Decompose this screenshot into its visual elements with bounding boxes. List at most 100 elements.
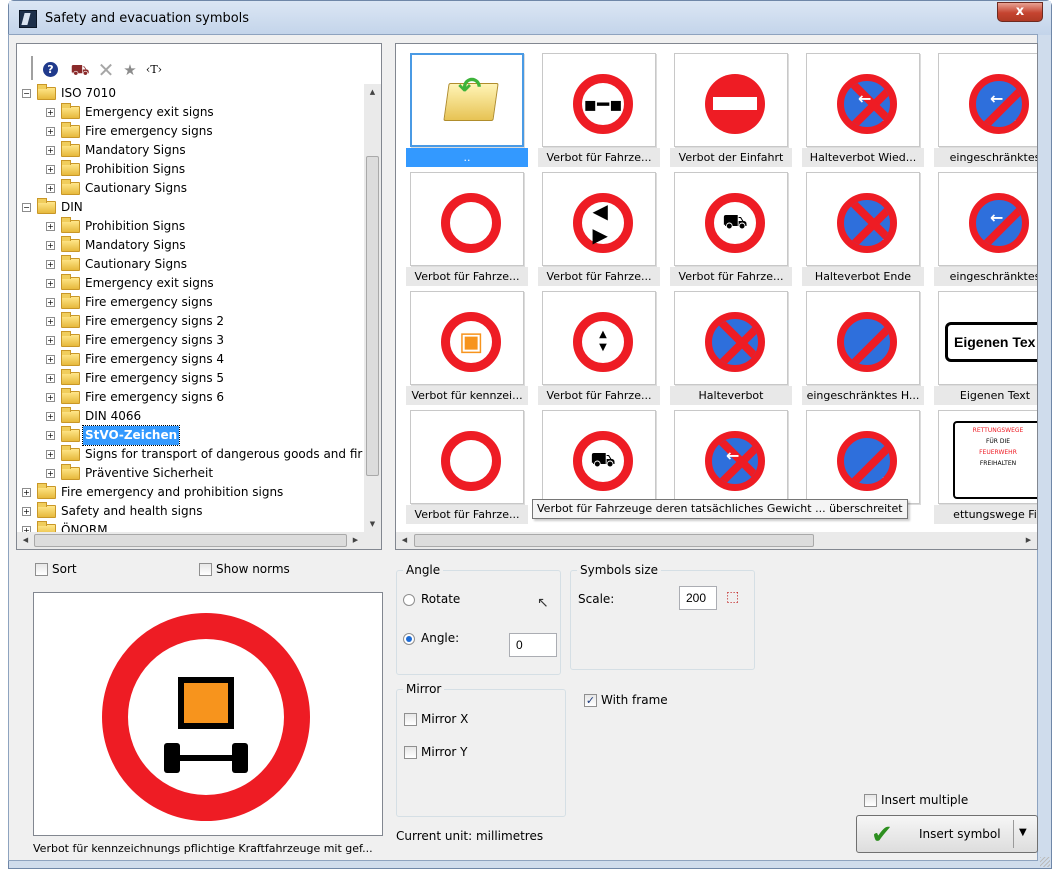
grid-scroll-left-arrow-icon[interactable]: ◀ <box>396 532 413 549</box>
grid-scroll-right-arrow-icon[interactable]: ▶ <box>1020 532 1037 549</box>
tree-vertical-scrollbar[interactable]: ▲ ▼ <box>364 84 381 533</box>
insert-multiple-label: Insert multiple <box>881 793 969 807</box>
folder-icon <box>61 369 80 385</box>
symbol-cell[interactable]: Halteverbot <box>668 288 794 406</box>
show-norms-checkbox[interactable] <box>199 563 212 576</box>
expand-icon[interactable]: + <box>46 184 55 193</box>
mirror-x-checkbox[interactable] <box>404 713 417 726</box>
symbol-caption: Halteverbot <box>670 386 792 405</box>
sort-checkbox[interactable] <box>35 563 48 576</box>
pick-angle-icon[interactable]: ↖ <box>537 595 549 611</box>
tree-node-label: Fire emergency signs <box>85 295 213 309</box>
scale-label: Scale: <box>578 592 615 606</box>
scroll-down-arrow-icon[interactable]: ▼ <box>364 516 381 533</box>
symbol-cell[interactable]: ▣ Verbot für kennzei... <box>404 288 530 406</box>
insert-text-icon[interactable]: ‹T› <box>144 60 164 80</box>
scroll-up-arrow-icon[interactable]: ▲ <box>364 84 381 101</box>
symbol-caption: Verbot für Fahrze... <box>406 267 528 286</box>
expand-icon[interactable]: + <box>46 127 55 136</box>
symbol-thumbnail: ⛟ <box>542 410 656 504</box>
collapse-icon[interactable]: − <box>22 89 31 98</box>
symbol-thumbnail: ← <box>674 410 788 504</box>
symbol-cell[interactable]: Verbot für Fahrze... <box>404 407 530 525</box>
folder-icon <box>61 122 80 138</box>
collapse-icon[interactable]: − <box>22 203 31 212</box>
folder-icon <box>61 407 80 423</box>
angle-input[interactable] <box>509 633 557 657</box>
expand-icon[interactable]: + <box>46 241 55 250</box>
symbol-cell[interactable]: Verbot der Einfahrt <box>668 50 794 168</box>
expand-icon[interactable]: + <box>46 260 55 269</box>
tree-node-label: Fire emergency signs 4 <box>85 352 225 366</box>
symbol-cell[interactable]: ← → eingeschränktes <box>932 50 1037 168</box>
tree-horizontal-scrollbar[interactable]: ◀ ▶ <box>17 532 381 549</box>
expand-icon[interactable]: + <box>46 450 55 459</box>
expand-icon[interactable]: + <box>46 431 55 440</box>
rotate-radio[interactable] <box>403 594 415 606</box>
expand-icon[interactable]: + <box>22 488 31 497</box>
tree-hscroll-thumb[interactable] <box>34 534 347 547</box>
help-icon[interactable]: ? <box>43 62 58 77</box>
grid-horizontal-scrollbar[interactable]: ◀ ▶ <box>396 532 1037 549</box>
close-button[interactable]: x <box>997 2 1043 22</box>
symbol-cell[interactable]: ↶.. <box>404 50 530 168</box>
expand-icon[interactable]: + <box>46 412 55 421</box>
folder-tree[interactable]: − ISO 7010 + Emergency exit signs + Fire emer… <box>17 84 368 533</box>
resize-grip[interactable] <box>1040 857 1050 867</box>
expand-icon[interactable]: + <box>46 374 55 383</box>
symbol-cell[interactable]: Verbot für Fahrze... <box>404 169 530 287</box>
expand-icon[interactable]: + <box>46 355 55 364</box>
delete-icon[interactable]: ✕ <box>96 60 116 80</box>
tree-node-label: Safety and health signs <box>61 504 203 518</box>
expand-icon[interactable]: + <box>46 222 55 231</box>
direction-arrow-icon: → <box>882 111 896 130</box>
expand-icon[interactable]: + <box>46 108 55 117</box>
tree-node-label: Emergency exit signs <box>85 105 214 119</box>
checkmark-icon: ✔ <box>871 820 893 850</box>
expand-icon[interactable]: + <box>46 393 55 402</box>
scale-input[interactable] <box>679 586 717 610</box>
symbol-caption: ettungswege Fi <box>934 505 1037 524</box>
insert-symbol-button[interactable]: ✔ Insert symbol ▼ <box>856 815 1038 853</box>
find-icon[interactable]: ⛟ <box>70 60 90 80</box>
expand-icon[interactable]: + <box>46 146 55 155</box>
symbol-cell[interactable]: ◀ ▶ Verbot für Fahrze... <box>536 169 662 287</box>
with-frame-checkbox[interactable]: ✓ <box>584 694 597 707</box>
scroll-right-arrow-icon[interactable]: ▶ <box>347 532 364 549</box>
expand-icon[interactable]: + <box>46 469 55 478</box>
expand-icon[interactable]: + <box>46 165 55 174</box>
mirror-y-checkbox[interactable] <box>404 746 417 759</box>
expand-icon[interactable]: + <box>46 317 55 326</box>
insert-multiple-checkbox[interactable] <box>864 794 877 807</box>
dropdown-arrow-icon[interactable]: ▼ <box>1019 827 1027 838</box>
symbol-cell[interactable]: ← eingeschränktes <box>932 169 1037 287</box>
toolbar-grip[interactable] <box>31 56 35 80</box>
tree-scroll-thumb[interactable] <box>366 156 379 476</box>
expand-icon[interactable]: + <box>46 298 55 307</box>
grid-hscroll-thumb[interactable] <box>414 534 814 547</box>
symbol-cell[interactable]: ▲▼ Verbot für Fahrze... <box>536 288 662 406</box>
symbol-caption: Verbot für Fahrze... <box>406 505 528 524</box>
favorite-icon[interactable]: ★ <box>120 60 140 80</box>
pick-scale-icon[interactable]: ⬚ <box>726 589 739 605</box>
symbol-cell[interactable]: Eigenen Tex Eigenen Text <box>932 288 1037 406</box>
expand-icon[interactable]: + <box>46 279 55 288</box>
angle-radio[interactable] <box>403 633 415 645</box>
prohibition-sign-icon <box>441 431 501 491</box>
symbol-cell[interactable]: RETTUNGSWEGE FÜR DIE FEUERWEHR FREIHALTEN et… <box>932 407 1037 525</box>
folder-icon <box>37 502 56 518</box>
symbol-cell[interactable]: ⛟ Verbot für Fahrze... <box>668 169 794 287</box>
scroll-left-arrow-icon[interactable]: ◀ <box>17 532 34 549</box>
symbol-cell[interactable]: ▪━▪ Verbot für Fahrze... <box>536 50 662 168</box>
symbol-cell[interactable]: → Halteverbot Ende <box>800 169 926 287</box>
symbol-cell[interactable]: ← → Halteverbot Wied... <box>800 50 926 168</box>
expand-icon[interactable]: + <box>22 507 31 516</box>
symbol-thumbnail: → <box>806 172 920 266</box>
folder-icon <box>61 160 80 176</box>
expand-icon[interactable]: + <box>46 336 55 345</box>
symbol-cell[interactable]: eingeschränktes H... <box>800 288 926 406</box>
title-bar[interactable]: Safety and evacuation symbols x <box>9 1 1051 35</box>
angle-group: Angle Rotate ↖ Angle: <box>396 563 561 675</box>
fire-lane-poster-icon: RETTUNGSWEGE FÜR DIE FEUERWEHR FREIHALTEN <box>953 421 1037 499</box>
symbol-thumbnail: ← <box>938 172 1037 266</box>
